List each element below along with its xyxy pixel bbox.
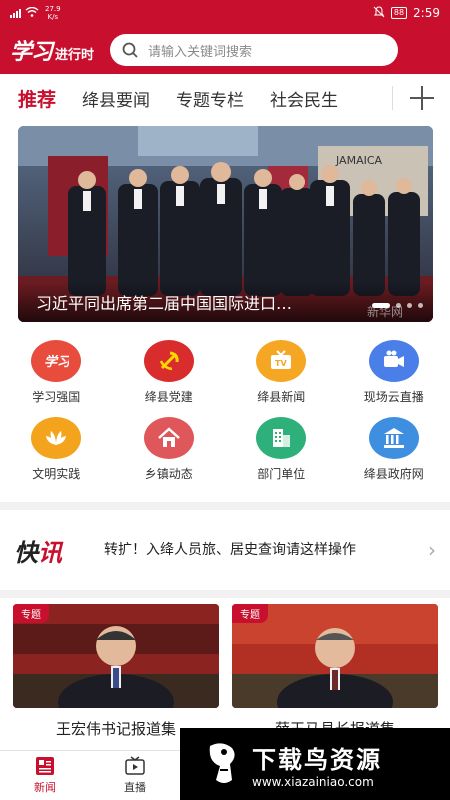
- nav-live[interactable]: 直播: [90, 751, 180, 800]
- shortcut-xuexi[interactable]: 学习 学习强国: [0, 340, 113, 405]
- network-speed-unit: K/s: [47, 13, 59, 21]
- signal-icon: [10, 8, 21, 18]
- shortcut-label: 绛县新闻: [257, 390, 306, 404]
- flash-logo-second: 讯: [38, 537, 62, 567]
- tv-play-icon: [125, 756, 145, 775]
- card-tag: 专题: [232, 604, 268, 623]
- status-right: 88 2:59: [373, 5, 440, 21]
- chevron-right-icon: ›: [428, 538, 436, 562]
- shortcut-government-site[interactable]: 绛县政府网: [338, 417, 450, 482]
- logo-subtitle: 进行时: [55, 48, 95, 63]
- status-bar: 27.9 K/s 88 2:59: [0, 0, 450, 26]
- shortcut-civilization-practice[interactable]: 文明实践: [0, 417, 113, 482]
- shortcut-label: 学习强国: [32, 390, 81, 404]
- carousel-dot[interactable]: [407, 303, 412, 308]
- carousel-dots: [372, 303, 423, 308]
- status-left: 27.9 K/s: [10, 5, 61, 21]
- app-logo[interactable]: 学习 进行时: [10, 34, 94, 66]
- shortcut-township-updates[interactable]: 乡镇动态: [113, 417, 226, 482]
- nav-label: 直播: [124, 781, 146, 794]
- card-tag: 专题: [13, 604, 49, 623]
- shortcut-live-stream[interactable]: 现场云直播: [338, 340, 450, 405]
- topic-card[interactable]: 专题 王宏伟书记报道集: [13, 604, 219, 739]
- shortcut-label: 文明实践: [32, 467, 81, 481]
- mute-icon: [373, 5, 385, 21]
- tv-icon: TV: [256, 340, 307, 382]
- tab-county-news[interactable]: 绛县要闻: [82, 86, 150, 111]
- shortcut-grid: 学习 学习强国 绛县党建 TV 绛县新闻 现场云直播 文明实践 乡镇动态 部门单…: [0, 340, 450, 482]
- carousel-dot[interactable]: [418, 303, 423, 308]
- news-flash-text: 转扩！入绛人员旅、居史查询请这样操作: [104, 541, 356, 558]
- card-image: 专题: [13, 604, 219, 708]
- content-top: JAMAICA 习近平同出席第二届中国国际进口博 新华网 学习 学习强国 绛县党…: [0, 122, 450, 502]
- carousel-dot[interactable]: [396, 303, 401, 308]
- lotus-icon: [31, 417, 82, 459]
- clock: 2:59: [413, 6, 440, 20]
- shortcut-label: 部门单位: [257, 467, 306, 481]
- tab-fade: [340, 74, 392, 122]
- tab-divider: [392, 86, 393, 110]
- news-flash[interactable]: 快讯 转扩！入绛人员旅、居史查询请这样操作 ›: [0, 510, 450, 590]
- shortcut-label: 现场云直播: [363, 390, 424, 404]
- category-tabs: 推荐 绛县要闻 专题专栏 社会民生: [0, 74, 450, 122]
- tab-special-topics[interactable]: 专题专栏: [176, 86, 244, 111]
- banner-title: 习近平同出席第二届中国国际进口博览会的外国领导人: [36, 294, 306, 313]
- house-icon: [143, 417, 194, 459]
- card-image: 专题: [232, 604, 438, 708]
- nav-news[interactable]: 新闻: [0, 751, 90, 800]
- svg-text:学习: 学习: [44, 354, 69, 370]
- banner-carousel[interactable]: JAMAICA 习近平同出席第二届中国国际进口博 新华网: [18, 126, 433, 322]
- nav-label: 新闻: [34, 781, 56, 794]
- plus-icon[interactable]: [408, 84, 436, 112]
- shortcut-departments[interactable]: 部门单位: [225, 417, 338, 482]
- government-building-icon: [368, 417, 419, 459]
- svg-text:JAMAICA: JAMAICA: [335, 154, 383, 167]
- tab-recommended[interactable]: 推荐: [18, 85, 56, 112]
- download-url: www.xiazainiao.com: [252, 774, 374, 789]
- logo-script: 学习: [10, 39, 53, 65]
- bird-logo-icon: [209, 743, 235, 783]
- download-watermark: 下载鸟资源 www.xiazainiao.com: [180, 728, 450, 800]
- video-camera-icon: [368, 340, 419, 382]
- wifi-icon: [25, 6, 39, 20]
- party-emblem-icon: [143, 340, 194, 382]
- search-input[interactable]: 请输入关键词搜索: [110, 34, 399, 66]
- tab-list: 推荐 绛县要闻 专题专栏 社会民生: [0, 85, 392, 112]
- shortcut-label: 乡镇动态: [144, 467, 193, 481]
- news-icon: [36, 757, 54, 775]
- building-icon: [256, 417, 307, 459]
- carousel-dot[interactable]: [372, 303, 390, 308]
- network-speed: 27.9 K/s: [45, 5, 61, 21]
- shortcut-label: 绛县党建: [144, 390, 193, 404]
- download-title: 下载鸟资源: [252, 745, 382, 774]
- flash-logo-first: 快: [14, 537, 38, 567]
- xuexi-logo-icon: 学习: [31, 340, 82, 382]
- network-speed-value: 27.9: [45, 5, 61, 13]
- shortcut-county-news[interactable]: TV 绛县新闻: [225, 340, 338, 405]
- shortcut-label: 绛县政府网: [363, 467, 424, 481]
- battery-indicator: 88: [390, 7, 408, 19]
- search-icon: [122, 42, 138, 58]
- search-placeholder: 请输入关键词搜索: [148, 44, 253, 60]
- svg-text:TV: TV: [275, 359, 287, 368]
- tab-livelihood[interactable]: 社会民生: [270, 86, 338, 111]
- shortcut-party-building[interactable]: 绛县党建: [113, 340, 226, 405]
- app-header: 学习 进行时 请输入关键词搜索: [0, 26, 450, 74]
- news-flash-logo: 快讯: [14, 533, 86, 568]
- topic-card[interactable]: 专题 薛玉马县长报道集: [232, 604, 438, 739]
- download-watermark-text: 下载鸟资源 www.xiazainiao.com: [252, 740, 382, 789]
